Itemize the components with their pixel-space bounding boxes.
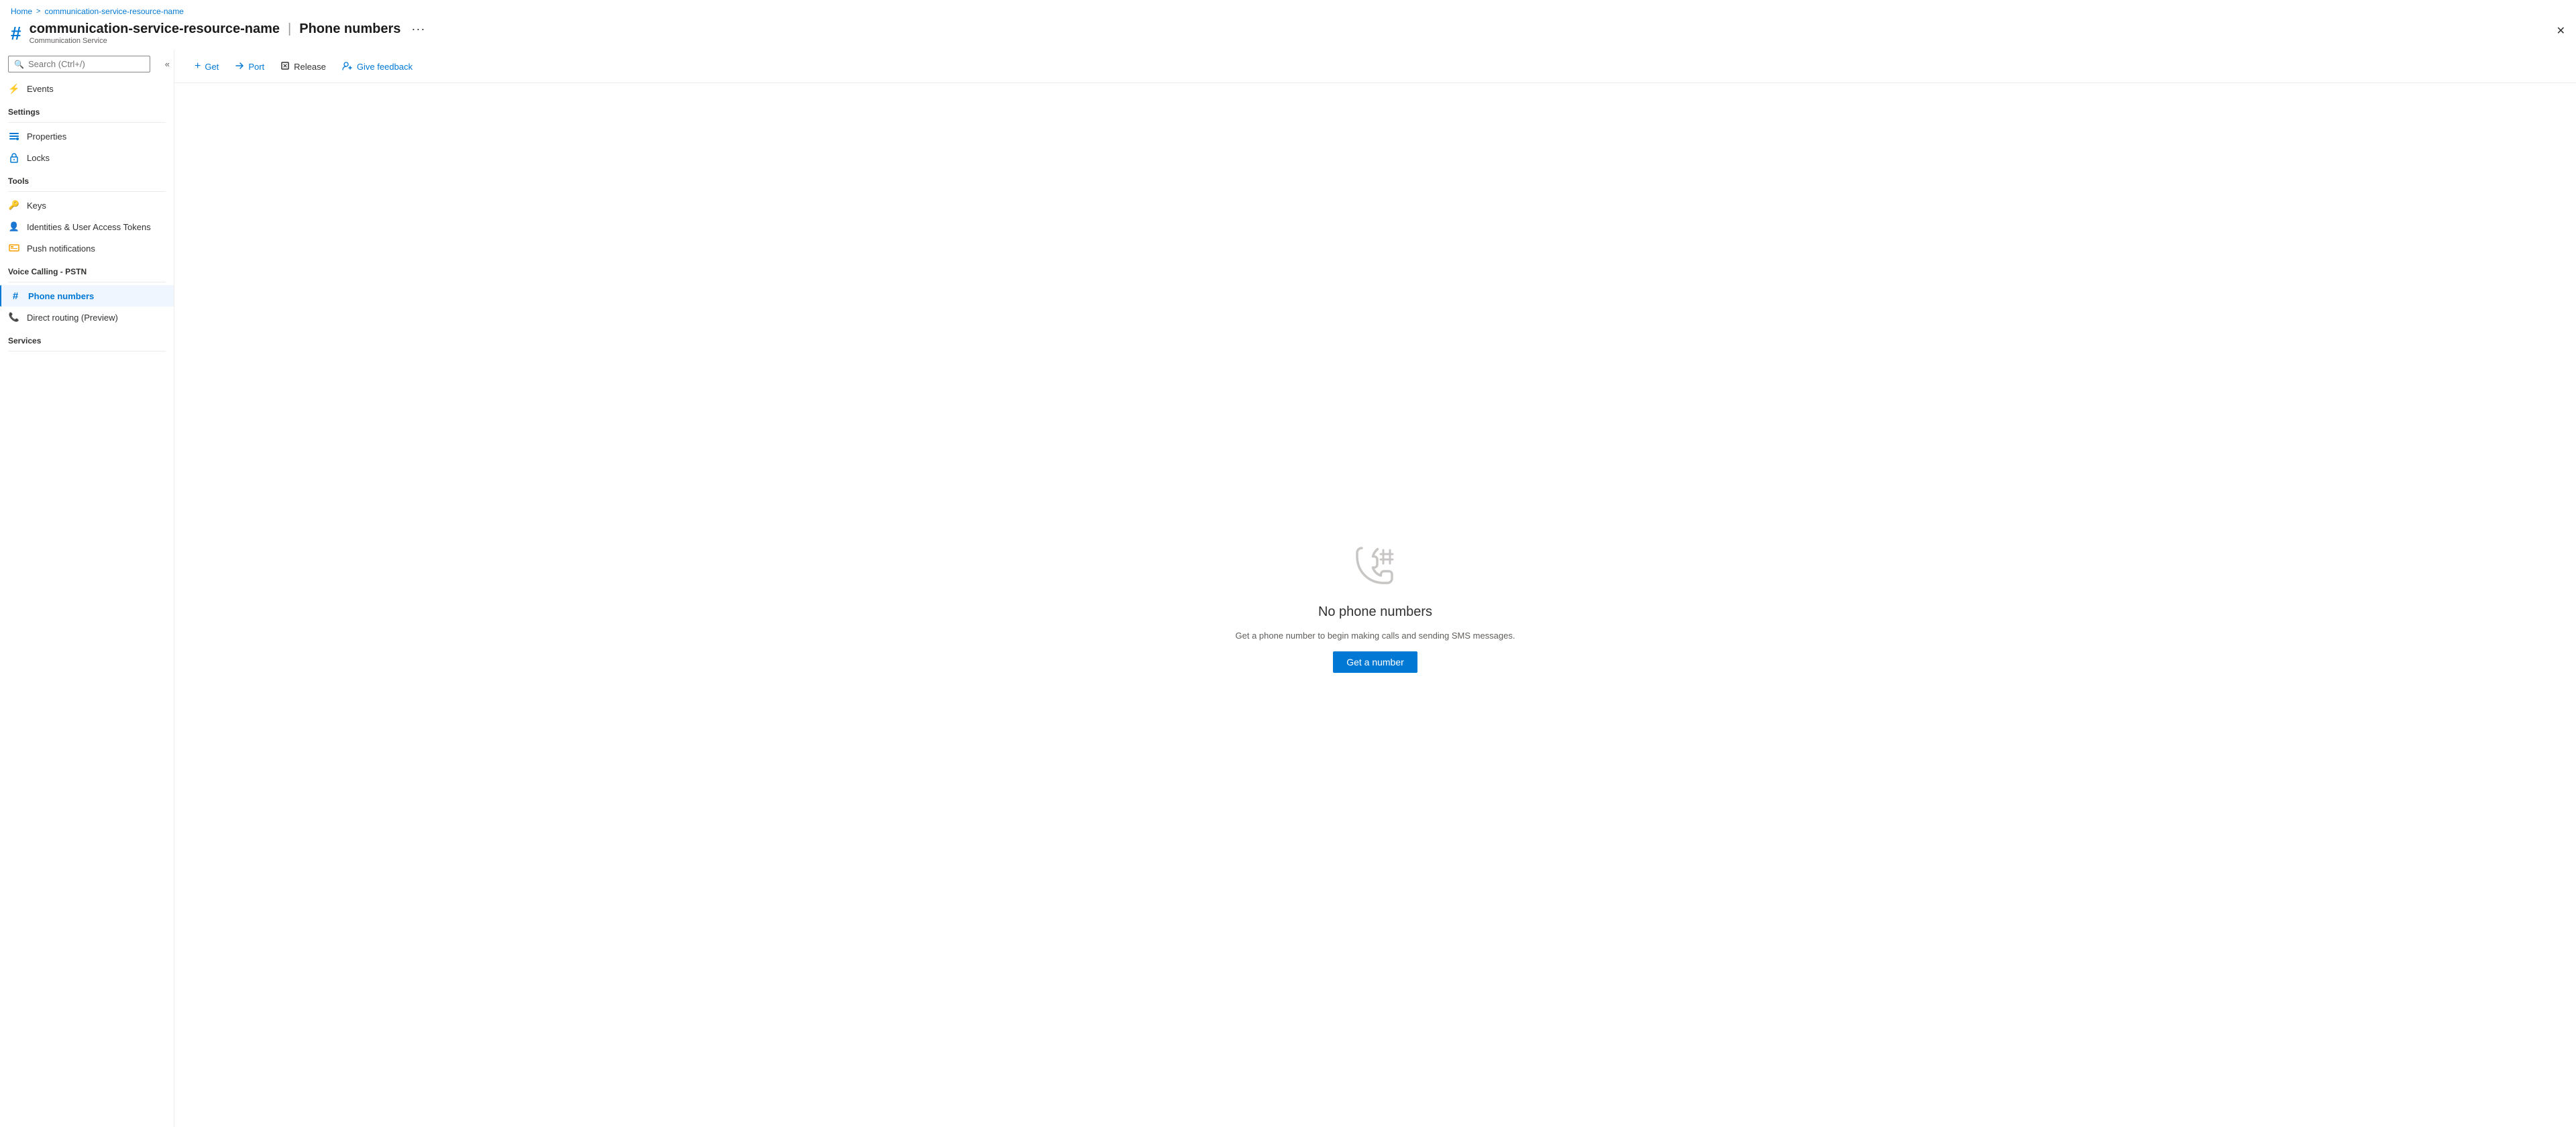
feedback-icon bbox=[342, 61, 353, 72]
identities-icon: 👤 bbox=[8, 221, 20, 233]
empty-title: No phone numbers bbox=[1318, 604, 1432, 620]
push-label: Push notifications bbox=[27, 244, 95, 254]
close-button[interactable]: ✕ bbox=[2557, 24, 2565, 38]
port-label: Port bbox=[248, 62, 264, 72]
sidebar-item-direct-routing[interactable]: 📞 Direct routing (Preview) bbox=[0, 307, 174, 328]
empty-description: Get a phone number to begin making calls… bbox=[1236, 631, 1515, 641]
empty-state: No phone numbers Get a phone number to b… bbox=[174, 83, 2576, 1127]
resource-name: communication-service-resource-name bbox=[30, 21, 280, 37]
properties-icon bbox=[8, 130, 20, 142]
get-button[interactable]: + Get bbox=[188, 57, 225, 76]
sidebar: 🔍 « ⚡ Events Settings Properties bbox=[0, 50, 174, 1127]
search-box[interactable]: 🔍 bbox=[8, 56, 150, 72]
empty-icon bbox=[1348, 538, 1402, 594]
services-divider bbox=[8, 351, 166, 352]
search-icon: 🔍 bbox=[14, 60, 24, 69]
properties-label: Properties bbox=[27, 131, 66, 142]
get-label: Get bbox=[205, 62, 219, 72]
content-area: + Get Port Release bbox=[174, 50, 2576, 1127]
feedback-button[interactable]: Give feedback bbox=[335, 58, 419, 76]
direct-routing-icon: 📞 bbox=[8, 311, 20, 323]
service-type: Communication Service bbox=[30, 37, 426, 45]
sidebar-item-push[interactable]: Push notifications bbox=[0, 237, 174, 259]
port-button[interactable]: Port bbox=[228, 58, 271, 76]
locks-label: Locks bbox=[27, 153, 50, 163]
resource-icon: # bbox=[11, 24, 21, 43]
sidebar-item-phone-numbers[interactable]: # Phone numbers bbox=[0, 285, 174, 307]
keys-icon: 🔑 bbox=[8, 199, 20, 211]
get-number-button[interactable]: Get a number bbox=[1333, 651, 1417, 673]
more-options-icon[interactable]: ··· bbox=[411, 22, 425, 36]
breadcrumb-resource[interactable]: communication-service-resource-name bbox=[44, 7, 183, 16]
locks-icon bbox=[8, 152, 20, 164]
settings-section-header: Settings bbox=[0, 99, 174, 119]
main-layout: 🔍 « ⚡ Events Settings Properties bbox=[0, 50, 2576, 1127]
breadcrumb-separator: > bbox=[36, 7, 40, 15]
get-icon: + bbox=[195, 60, 201, 72]
services-section-header: Services bbox=[0, 328, 174, 348]
toolbar: + Get Port Release bbox=[174, 50, 2576, 83]
search-input[interactable] bbox=[28, 59, 144, 69]
tools-section-header: Tools bbox=[0, 168, 174, 189]
sidebar-item-identities[interactable]: 👤 Identities & User Access Tokens bbox=[0, 216, 174, 237]
sidebar-item-keys[interactable]: 🔑 Keys bbox=[0, 195, 174, 216]
breadcrumb-home[interactable]: Home bbox=[11, 7, 32, 16]
collapse-button[interactable]: « bbox=[161, 58, 174, 70]
breadcrumb: Home > communication-service-resource-na… bbox=[0, 0, 2576, 19]
port-icon bbox=[235, 61, 244, 72]
events-label: Events bbox=[27, 84, 54, 94]
sidebar-item-events[interactable]: ⚡ Events bbox=[0, 78, 174, 99]
header-divider: | bbox=[288, 21, 291, 37]
feedback-label: Give feedback bbox=[357, 62, 413, 72]
sidebar-item-properties[interactable]: Properties bbox=[0, 125, 174, 147]
sidebar-item-locks[interactable]: Locks bbox=[0, 147, 174, 168]
page-title: Phone numbers bbox=[299, 21, 400, 37]
release-button[interactable]: Release bbox=[274, 58, 333, 76]
keys-label: Keys bbox=[27, 201, 46, 211]
page-header: # communication-service-resource-name | … bbox=[0, 19, 2576, 50]
release-icon bbox=[280, 61, 290, 72]
settings-divider bbox=[8, 122, 166, 123]
voice-section-header: Voice Calling - PSTN bbox=[0, 259, 174, 279]
events-icon: ⚡ bbox=[8, 83, 20, 95]
phone-numbers-label: Phone numbers bbox=[28, 291, 94, 301]
tools-divider bbox=[8, 191, 166, 192]
direct-routing-label: Direct routing (Preview) bbox=[27, 313, 118, 323]
identities-label: Identities & User Access Tokens bbox=[27, 222, 151, 232]
push-icon bbox=[8, 242, 20, 254]
phone-numbers-icon: # bbox=[9, 290, 21, 302]
release-label: Release bbox=[294, 62, 326, 72]
